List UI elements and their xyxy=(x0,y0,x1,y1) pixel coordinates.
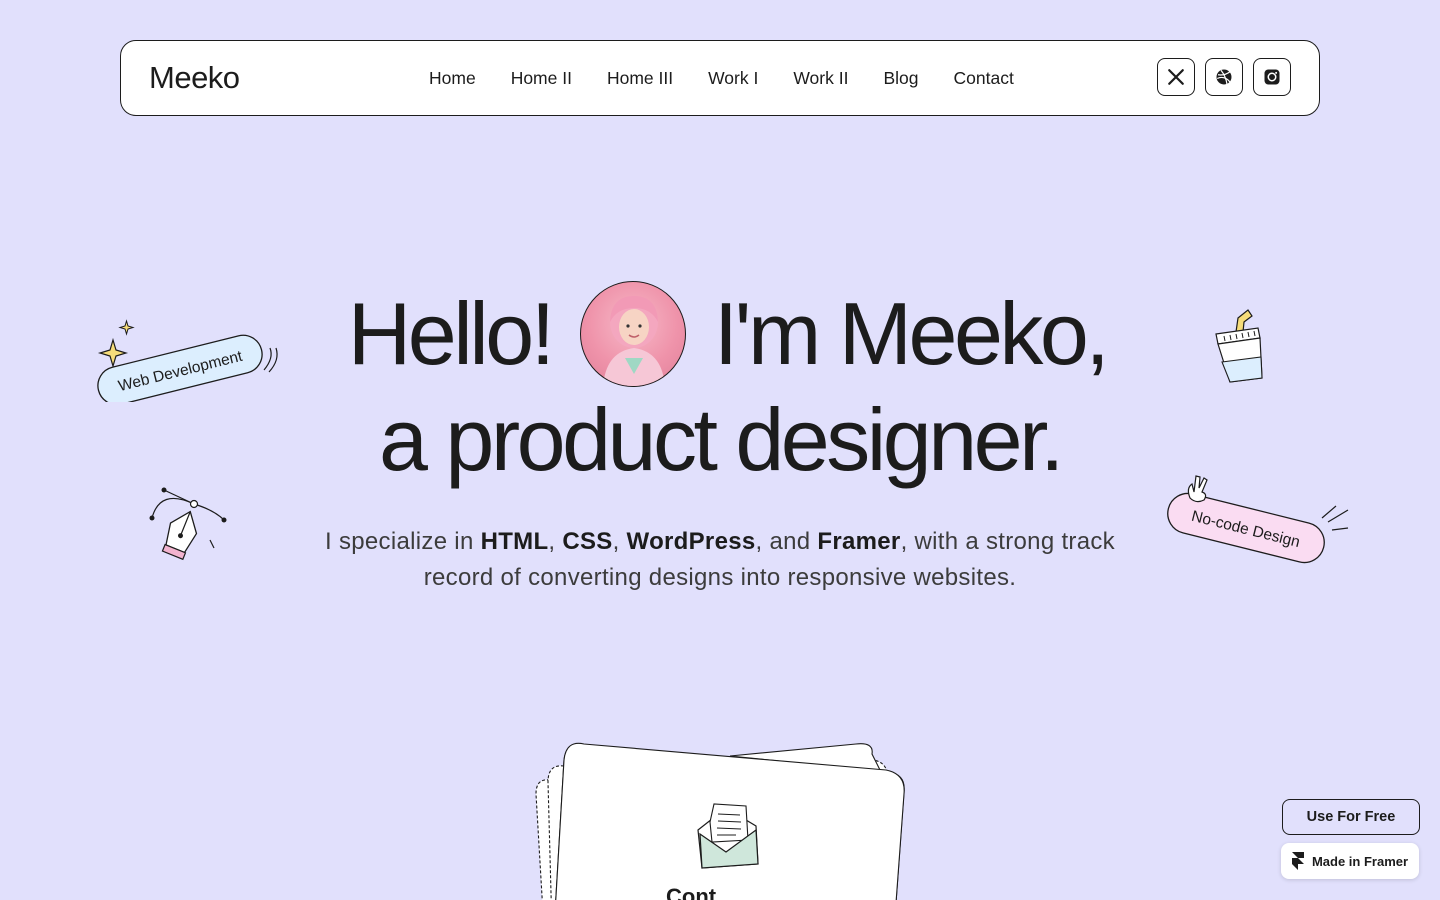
no-code-design-sticker: No-code Design xyxy=(1167,475,1349,564)
made-in-framer-label: Made in Framer xyxy=(1311,853,1409,869)
nav-link-work-ii[interactable]: Work II xyxy=(793,68,848,89)
cup-icon xyxy=(1215,309,1263,383)
dribbble-icon xyxy=(1216,69,1232,85)
nav-link-home-ii[interactable]: Home II xyxy=(511,68,572,89)
site-logo[interactable]: Meeko xyxy=(149,60,240,96)
instagram-social-button[interactable] xyxy=(1253,58,1291,96)
subtitle-text: , xyxy=(612,528,627,555)
instagram-icon xyxy=(1264,69,1280,85)
hero-im-meeko: I'm Meeko, xyxy=(713,284,1110,383)
subtitle-css: CSS xyxy=(562,528,613,555)
nav-link-work-i[interactable]: Work I xyxy=(708,68,758,89)
web-development-sticker: Web Development xyxy=(97,319,278,402)
subtitle-wordpress: WordPress xyxy=(626,528,756,555)
subtitle-text: I specialize in xyxy=(325,528,481,555)
subtitle-html: HTML xyxy=(480,528,549,555)
nav-link-blog[interactable]: Blog xyxy=(883,68,918,89)
social-links xyxy=(1157,58,1291,96)
hero-hello: Hello! xyxy=(347,284,555,383)
nav-link-contact[interactable]: Contact xyxy=(954,68,1014,89)
pen-tool-icon xyxy=(149,487,227,561)
contact-card-label[interactable]: Cont xyxy=(666,884,717,900)
peace-hand-icon xyxy=(1187,475,1208,503)
nav-link-home-iii[interactable]: Home III xyxy=(607,68,673,89)
x-icon xyxy=(1168,69,1184,85)
framer-logo-icon xyxy=(1291,852,1304,870)
subtitle-text: , and xyxy=(755,528,818,555)
avatar-portrait xyxy=(602,296,665,386)
dribbble-social-button[interactable] xyxy=(1205,58,1243,96)
use-for-free-button[interactable]: Use For Free xyxy=(1282,799,1420,835)
nav-link-home[interactable]: Home xyxy=(429,68,476,89)
nav-links: Home Home II Home III Work I Work II Blo… xyxy=(429,41,1014,115)
subtitle-text: , xyxy=(548,528,563,555)
hero-subtitle: I specialize in HTML, CSS, WordPress, an… xyxy=(320,524,1120,596)
subtitle-framer: Framer xyxy=(817,528,901,555)
x-social-button[interactable] xyxy=(1157,58,1195,96)
top-navbar: Meeko Home Home II Home III Work I Work … xyxy=(120,40,1320,116)
avatar xyxy=(579,281,686,387)
made-in-framer-badge[interactable]: Made in Framer xyxy=(1281,843,1419,879)
contact-card-stack: Cont xyxy=(535,742,905,900)
